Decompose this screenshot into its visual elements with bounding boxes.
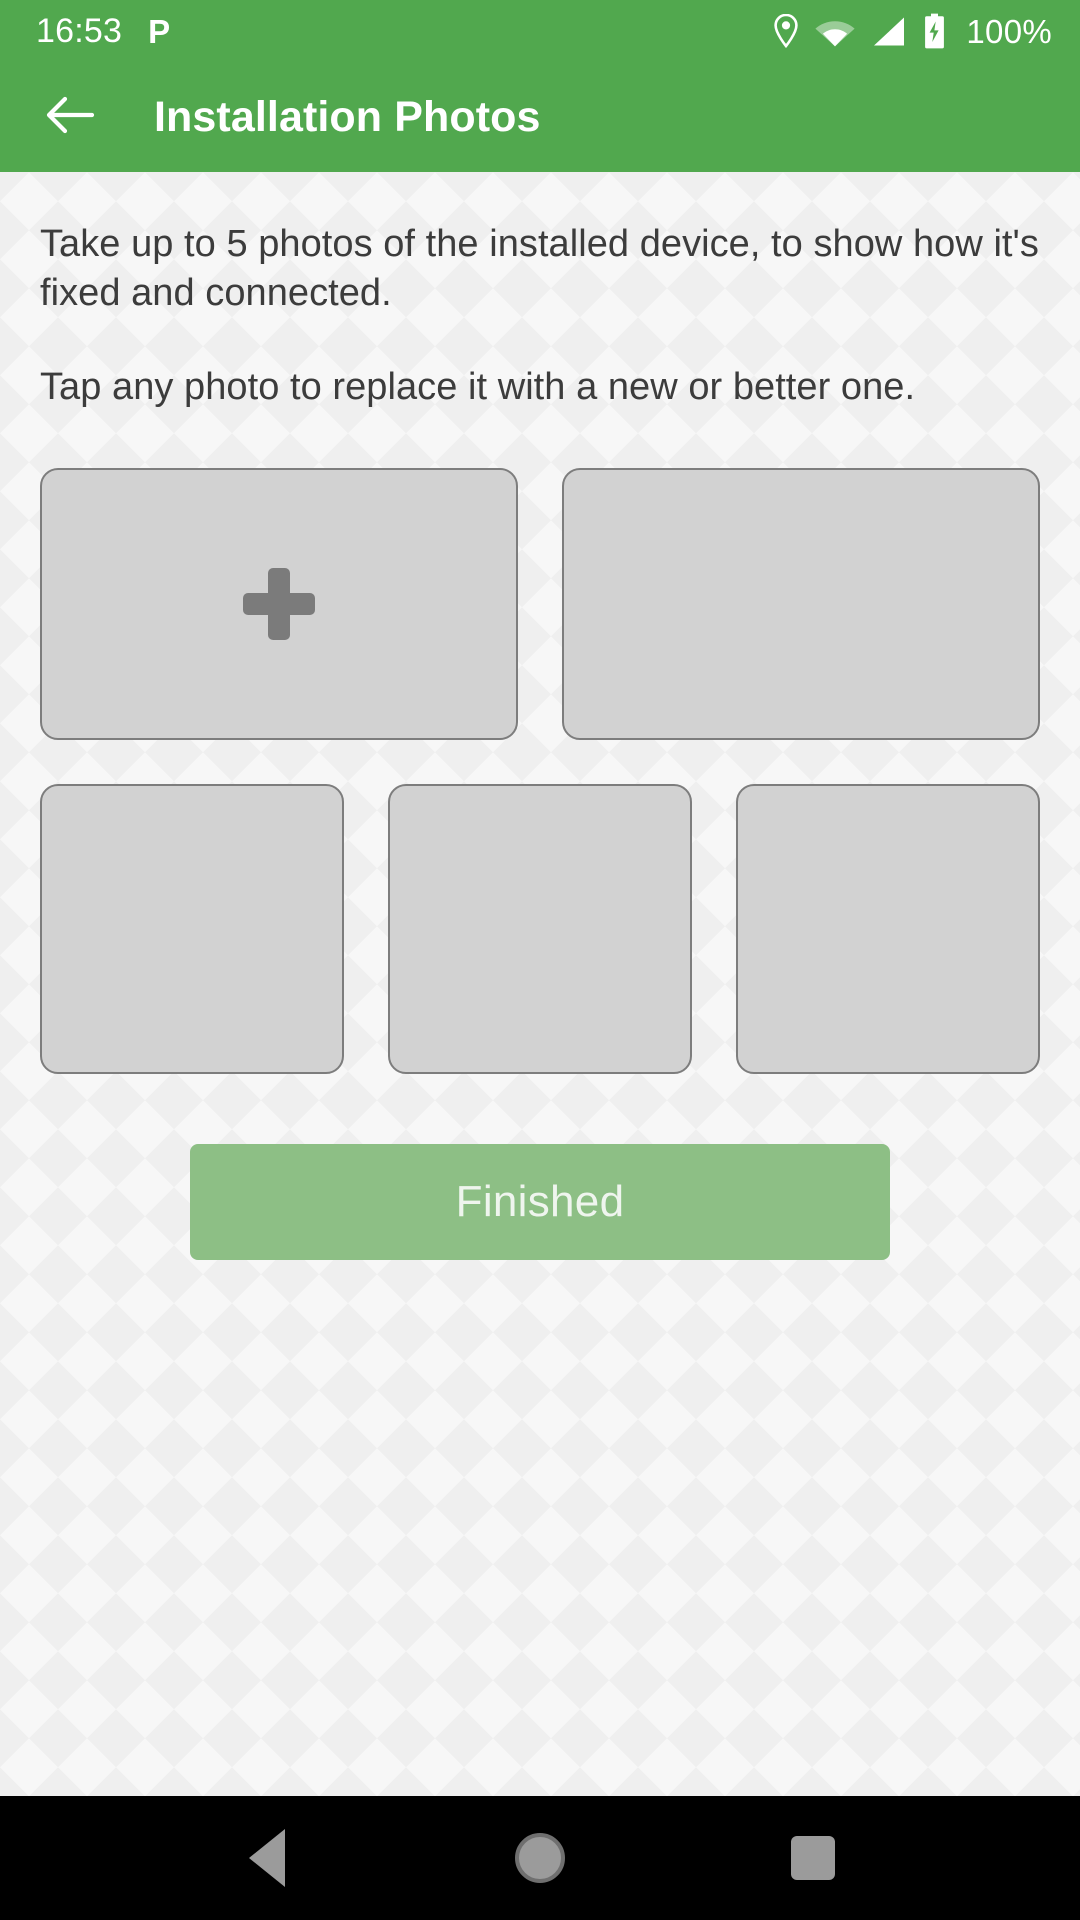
wifi-icon: [815, 16, 855, 47]
content-area: Take up to 5 photos of the installed dev…: [0, 172, 1080, 1796]
circle-home-icon: [514, 1833, 565, 1883]
status-bar: 16:53 P 100%: [0, 0, 1080, 62]
nav-home-button[interactable]: [480, 1798, 600, 1918]
status-bar-right: 100%: [773, 13, 1052, 49]
app-bar: Installation Photos: [0, 62, 1080, 172]
nav-back-button[interactable]: [207, 1798, 327, 1918]
back-button[interactable]: [34, 81, 106, 153]
parkingapp-notification-icon: P: [148, 12, 171, 50]
photo-slot-4[interactable]: [388, 784, 692, 1075]
photo-slot-1[interactable]: [40, 468, 518, 741]
android-navigation-bar: [0, 1796, 1080, 1920]
location-pin-icon: [773, 14, 799, 48]
finished-button[interactable]: Finished: [190, 1144, 890, 1261]
battery-percent-label: 100%: [966, 12, 1052, 50]
photo-slot-2[interactable]: [562, 468, 1040, 741]
plus-icon: [243, 568, 315, 640]
page-title: Installation Photos: [154, 92, 541, 141]
status-clock: 16:53: [36, 12, 123, 50]
nav-recents-button[interactable]: [753, 1798, 873, 1918]
phone-screen: 16:53 P 100% Installation Photos Take up…: [0, 0, 1080, 1920]
cellular-signal-icon: [871, 16, 907, 47]
photo-grid-row-2: [40, 784, 1040, 1075]
instruction-paragraph-2: Tap any photo to replace it with a new o…: [40, 365, 916, 408]
photo-grid: [40, 412, 1040, 1075]
finished-button-container: Finished: [40, 1074, 1040, 1261]
square-recents-icon: [791, 1836, 836, 1880]
back-arrow-icon: [44, 94, 96, 141]
instruction-paragraph-1: Take up to 5 photos of the installed dev…: [40, 223, 1039, 315]
photo-slot-3[interactable]: [40, 784, 344, 1075]
status-bar-left: 16:53 P: [36, 14, 170, 48]
photo-slot-5[interactable]: [736, 784, 1040, 1075]
photo-grid-row-1: [40, 468, 1040, 741]
battery-charging-icon: [923, 13, 946, 49]
triangle-back-icon: [248, 1829, 285, 1887]
